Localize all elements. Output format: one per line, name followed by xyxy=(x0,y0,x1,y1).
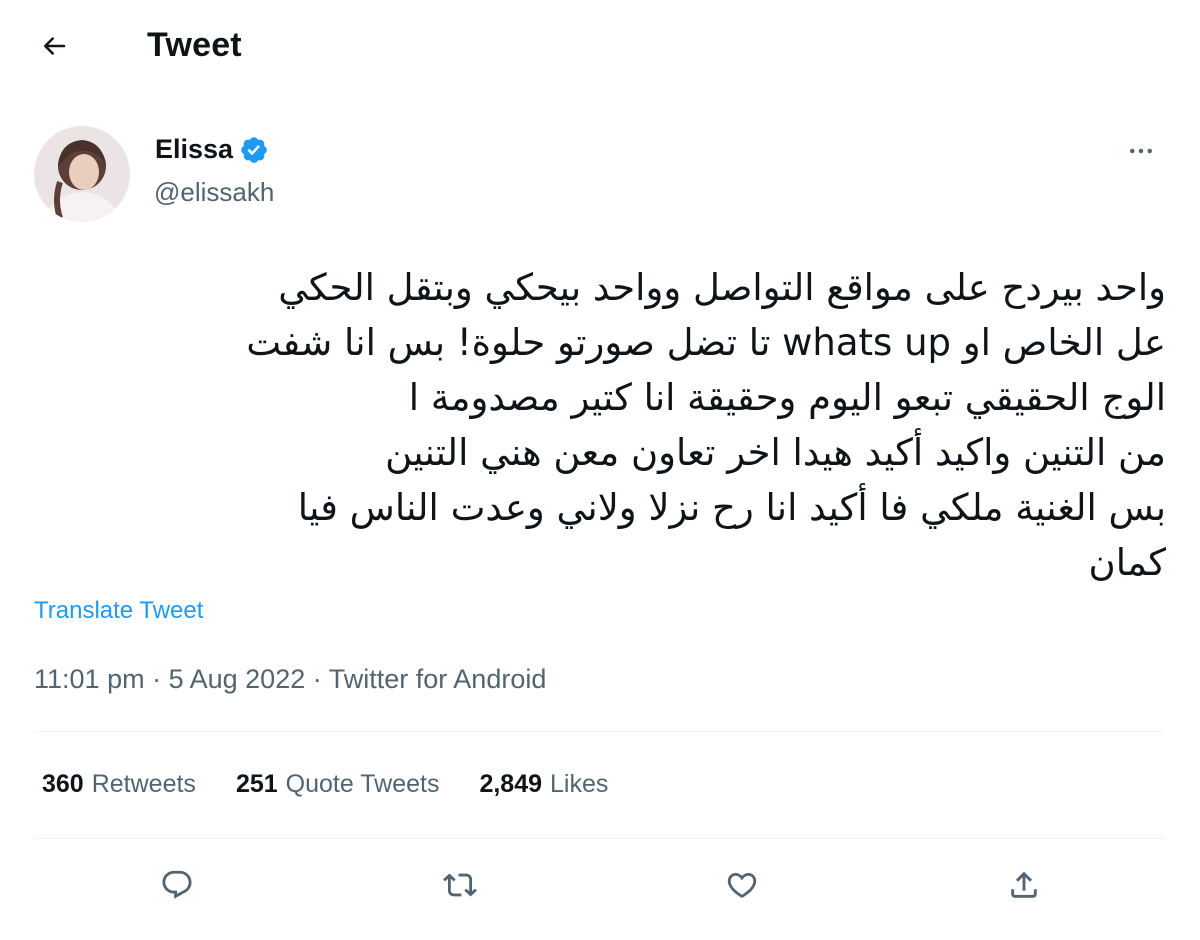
like-button[interactable] xyxy=(718,861,766,909)
share-icon xyxy=(1011,871,1037,898)
tweet-text: واحد بيردح على مواقع التواصل وواحد بيحكي… xyxy=(30,260,1166,590)
tweet-page-header: Tweet xyxy=(0,0,1200,95)
more-horizontal-icon xyxy=(1130,148,1152,154)
retweets-stat[interactable]: 360 Retweets xyxy=(42,770,196,799)
quote-tweets-count: 251 xyxy=(235,770,278,798)
arrow-left-icon xyxy=(44,37,66,55)
author-name[interactable]: Elissa xyxy=(155,134,233,165)
tweet-line: عل الخاص او whats up تا تضل صورتو حلوة! … xyxy=(246,321,1166,364)
tweet-action-bar xyxy=(0,855,1200,915)
retweets-count: 360 xyxy=(42,770,84,798)
tweet-stats: 360 Retweets 251 Quote Tweets 2,849 Like… xyxy=(42,770,648,799)
tweet-source[interactable]: Twitter for Android xyxy=(329,664,547,694)
tweet-time[interactable]: 11:01 pm xyxy=(34,664,145,694)
share-button[interactable] xyxy=(1000,861,1048,909)
divider xyxy=(34,838,1164,839)
translate-tweet-link[interactable]: Translate Tweet xyxy=(34,597,203,625)
tweet-line: من التنين واكيد أكيد هيدا اخر تعاون معن … xyxy=(385,431,1166,474)
page-title: Tweet xyxy=(147,26,242,64)
avatar-image xyxy=(34,126,130,222)
reply-icon xyxy=(162,870,192,899)
reply-button[interactable] xyxy=(153,861,201,909)
likes-count: 2,849 xyxy=(479,770,543,798)
tweet-date[interactable]: 5 Aug 2022 xyxy=(169,664,306,694)
avatar[interactable] xyxy=(34,126,130,222)
retweets-label: Retweets xyxy=(91,770,196,798)
tweet-meta: 11:01 pm · 5 Aug 2022 · Twitter for Andr… xyxy=(34,664,546,695)
meta-separator: · xyxy=(312,664,329,694)
tweet-line: واحد بيردح على مواقع التواصل وواحد بيحكي… xyxy=(278,266,1166,309)
meta-separator: · xyxy=(152,664,169,694)
likes-label: Likes xyxy=(550,770,609,798)
quote-tweets-stat[interactable]: 251 Quote Tweets xyxy=(236,770,440,799)
like-icon xyxy=(727,872,757,898)
retweet-icon xyxy=(443,873,477,897)
likes-stat[interactable]: 2,849 Likes xyxy=(479,770,608,799)
divider xyxy=(34,731,1164,732)
tweet-line: الوج الحقيقي تبعو اليوم وحقيقة انا كتير … xyxy=(408,376,1166,419)
author-name-row: Elissa xyxy=(155,134,269,165)
back-button[interactable] xyxy=(30,22,78,70)
tweet-line: بس الغنية ملكي فا أكيد انا رح نزلا ولاني… xyxy=(297,486,1166,529)
retweet-button[interactable] xyxy=(436,861,484,909)
verified-badge-icon xyxy=(241,136,267,163)
tweet-line: كمان xyxy=(1088,541,1166,584)
author-handle[interactable]: @elissakh xyxy=(154,177,274,208)
more-options-button[interactable] xyxy=(1118,128,1164,174)
quote-tweets-label: Quote Tweets xyxy=(285,770,440,798)
